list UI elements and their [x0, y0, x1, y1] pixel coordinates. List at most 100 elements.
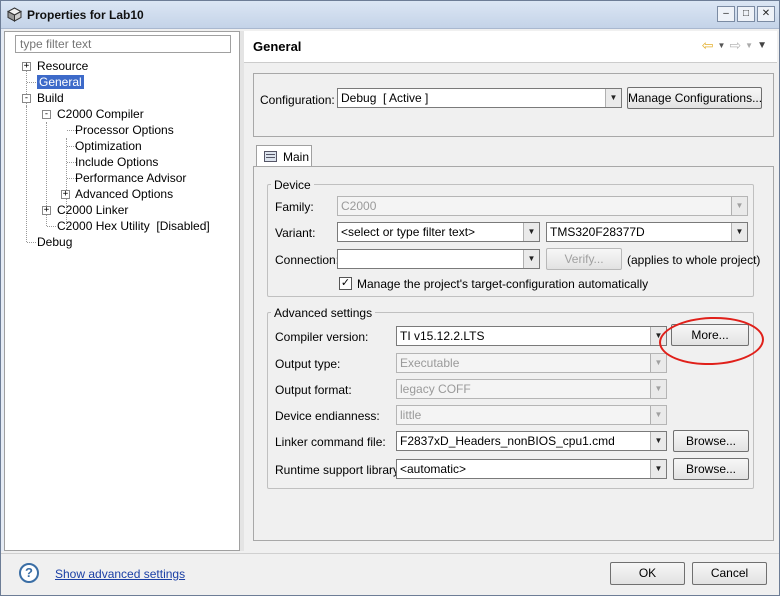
output-type-value: Executable: [400, 356, 460, 370]
device-endianness-value: little: [400, 408, 422, 422]
variant-select[interactable]: TMS320F28377D ▼: [546, 222, 748, 242]
forward-arrow-icon[interactable]: ⇨: [729, 37, 741, 54]
dropdown-arrow-icon: ▼: [523, 250, 539, 268]
sidebar-item-label: Performance Advisor: [75, 171, 187, 185]
collapse-icon[interactable]: -: [42, 110, 51, 119]
variant-filter-value: <select or type filter text>: [341, 225, 476, 239]
dropdown-arrow-icon: ▼: [605, 89, 621, 107]
output-format-label: Output format:: [275, 383, 352, 397]
maximize-icon[interactable]: □: [737, 6, 755, 22]
sidebar-item-label: C2000 Compiler: [57, 107, 144, 121]
manage-configurations-button[interactable]: Manage Configurations...: [627, 87, 762, 109]
collapse-icon[interactable]: -: [22, 94, 31, 103]
dropdown-arrow-icon: ▼: [650, 354, 666, 372]
sidebar-item-processor-options[interactable]: Processor Options: [75, 122, 174, 138]
runtime-library-label: Runtime support library:: [275, 463, 403, 477]
variant-label: Variant:: [275, 226, 316, 240]
connection-select[interactable]: ▼: [337, 249, 540, 269]
sidebar-item-advanced-options[interactable]: Advanced Options: [75, 186, 173, 202]
sidebar-item-include-options[interactable]: Include Options: [75, 154, 158, 170]
linker-command-file-value: F2837xD_Headers_nonBIOS_cpu1.cmd: [400, 434, 615, 448]
compiler-version-label: Compiler version:: [275, 330, 369, 344]
properties-dialog: Properties for Lab10 – □ ✕ + Resource: [0, 0, 780, 596]
variant-filter-select[interactable]: <select or type filter text> ▼: [337, 222, 540, 242]
footer-divider: [1, 553, 779, 554]
sidebar-item-c2000-compiler[interactable]: C2000 Compiler: [57, 106, 144, 122]
device-endianness-select: little ▼: [396, 405, 667, 425]
cancel-button[interactable]: Cancel: [692, 562, 767, 585]
window-title: Properties for Lab10: [27, 8, 144, 22]
advanced-settings-title: Advanced settings: [271, 306, 376, 320]
connection-note: (applies to whole project): [627, 253, 761, 267]
ok-button[interactable]: OK: [610, 562, 685, 585]
output-format-value: legacy COFF: [400, 382, 471, 396]
output-type-label: Output type:: [275, 357, 341, 371]
sidebar-item-label: Include Options: [75, 155, 159, 169]
minimize-icon[interactable]: –: [717, 6, 735, 22]
sidebar-item-c2000-hex-utility[interactable]: C2000 Hex Utility [Disabled]: [57, 218, 210, 234]
configuration-value: Debug [ Active ]: [341, 91, 429, 105]
sidebar-item-label: Processor Options: [75, 123, 174, 137]
back-menu-icon[interactable]: ▼: [718, 41, 726, 50]
browse-linker-button[interactable]: Browse...: [673, 430, 749, 452]
family-label: Family:: [275, 200, 314, 214]
runtime-library-value: <automatic>: [400, 462, 467, 476]
device-endianness-label: Device endianness:: [275, 409, 380, 423]
linker-command-file-select[interactable]: F2837xD_Headers_nonBIOS_cpu1.cmd ▼: [396, 431, 667, 451]
connection-label: Connection:: [275, 253, 340, 267]
dropdown-arrow-icon: ▼: [650, 432, 666, 450]
expand-icon[interactable]: +: [42, 206, 51, 215]
sidebar-item-build[interactable]: Build: [37, 90, 64, 106]
sidebar-item-label: C2000 Linker: [57, 203, 129, 217]
dropdown-arrow-icon: ▼: [731, 197, 747, 215]
property-tree-pane: + Resource General - Build - C2000 Compi…: [4, 31, 240, 551]
configuration-select[interactable]: Debug [ Active ] ▼: [337, 88, 622, 108]
sidebar-item-general[interactable]: General: [37, 74, 84, 90]
dropdown-arrow-icon: ▼: [650, 380, 666, 398]
sidebar-item-optimization[interactable]: Optimization: [75, 138, 142, 154]
expand-icon[interactable]: +: [22, 62, 31, 71]
sidebar-item-resource[interactable]: Resource: [37, 58, 88, 74]
runtime-library-select[interactable]: <automatic> ▼: [396, 459, 667, 479]
output-format-select: legacy COFF ▼: [396, 379, 667, 399]
page-title: General: [253, 39, 302, 54]
compiler-version-select[interactable]: TI v15.12.2.LTS ▼: [396, 326, 667, 346]
close-icon[interactable]: ✕: [757, 6, 775, 22]
dropdown-arrow-icon: ▼: [650, 406, 666, 424]
sidebar-item-performance-advisor[interactable]: Performance Advisor: [75, 170, 186, 186]
sidebar-item-debug[interactable]: Debug: [37, 234, 72, 250]
compiler-version-value: TI v15.12.2.LTS: [400, 329, 485, 343]
show-advanced-settings-link[interactable]: Show advanced settings: [55, 567, 185, 581]
manage-target-config-label: Manage the project's target-configuratio…: [357, 277, 649, 291]
sidebar-item-label: General: [37, 75, 84, 89]
dropdown-arrow-icon: ▼: [731, 223, 747, 241]
sidebar-item-c2000-linker[interactable]: C2000 Linker: [57, 202, 128, 218]
sidebar-item-label: Debug: [37, 235, 73, 249]
dropdown-arrow-icon: ▼: [650, 460, 666, 478]
title-bar: Properties for Lab10 – □ ✕: [1, 1, 779, 29]
forward-menu-icon[interactable]: ▼: [745, 41, 753, 50]
sidebar-item-label: C2000 Hex Utility [Disabled]: [57, 219, 210, 233]
family-select: C2000 ▼: [337, 196, 748, 216]
sidebar-item-label: Build: [37, 91, 64, 105]
app-icon: [7, 7, 22, 22]
back-arrow-icon[interactable]: ⇦: [702, 37, 714, 54]
filter-input[interactable]: [15, 35, 231, 53]
browse-runtime-button[interactable]: Browse...: [673, 458, 749, 480]
dropdown-arrow-icon: ▼: [523, 223, 539, 241]
configuration-label: Configuration:: [260, 93, 335, 107]
tab-label: Main: [283, 150, 310, 164]
output-type-select: Executable ▼: [396, 353, 667, 373]
expand-icon[interactable]: +: [61, 190, 70, 199]
page-header: General ⇦ ▼ ⇨ ▼ ▼: [244, 31, 777, 63]
family-value: C2000: [341, 199, 377, 213]
linker-command-file-label: Linker command file:: [275, 435, 386, 449]
sidebar-item-label: Advanced Options: [75, 187, 174, 201]
tab-page-icon: [264, 151, 277, 162]
device-group-title: Device: [271, 178, 314, 192]
sidebar-item-label: Resource: [37, 59, 89, 73]
manage-target-config-checkbox[interactable]: ✓: [339, 277, 352, 290]
tab-main[interactable]: Main: [256, 145, 312, 167]
help-icon[interactable]: ?: [19, 563, 39, 583]
view-menu-icon[interactable]: ▼: [757, 40, 767, 51]
